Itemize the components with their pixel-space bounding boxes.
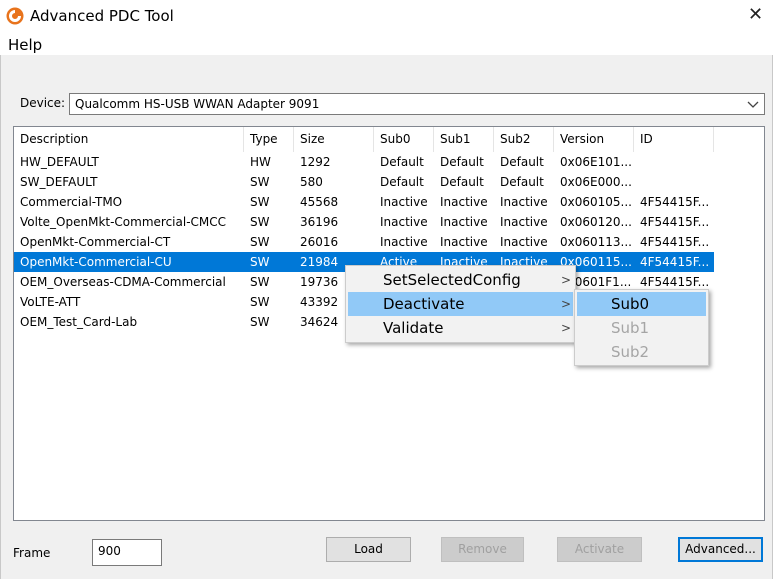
cell-sub0: Inactive <box>380 215 428 229</box>
activate-button[interactable]: Activate <box>557 537 642 562</box>
column-header-size[interactable]: Size <box>294 127 374 152</box>
cell-sub0: Inactive <box>380 195 428 209</box>
list-header: Description Type Size Sub0 Sub1 Sub2 Ver… <box>14 127 764 152</box>
context-item-deactivate[interactable]: Deactivate > <box>348 292 573 316</box>
cell-sub2: Inactive <box>500 215 548 229</box>
submenu-item-sub2[interactable]: Sub2 <box>577 340 706 364</box>
column-header-version[interactable]: Version <box>554 127 634 152</box>
context-item-setselectedconfig[interactable]: SetSelectedConfig > <box>348 268 573 292</box>
cell-description: OpenMkt-Commercial-CU <box>20 255 172 269</box>
cell-size: 580 <box>300 175 323 189</box>
column-header-sub1[interactable]: Sub1 <box>434 127 494 152</box>
cell-size: 26016 <box>300 235 339 249</box>
cell-version: 0x060113... <box>560 235 632 249</box>
cell-sub1: Default <box>440 155 484 169</box>
close-icon: ✕ <box>747 4 764 25</box>
column-header-sub2[interactable]: Sub2 <box>494 127 554 152</box>
chevron-right-icon: > <box>561 321 572 335</box>
cell-type: SW <box>250 235 270 249</box>
app-logo-icon <box>6 7 24 25</box>
submenu-item-label: Sub0 <box>611 295 650 313</box>
table-row[interactable]: SW_DEFAULT SW 580 Default Default Default 0x06… <box>14 172 714 192</box>
submenu-item-label: Sub2 <box>611 343 650 361</box>
cell-id: 4F54415F... <box>640 255 710 269</box>
cell-description: HW_DEFAULT <box>20 155 99 169</box>
cell-sub0: Default <box>380 155 424 169</box>
submenu-item-sub1[interactable]: Sub1 <box>577 316 706 340</box>
frame-label: Frame <box>13 546 51 560</box>
cell-version: 0x06E000... <box>560 175 632 189</box>
cell-sub2: Default <box>500 175 544 189</box>
cell-description: OEM_Test_Card-Lab <box>20 315 138 329</box>
submenu: Sub0 Sub1 Sub2 <box>574 289 709 366</box>
cell-sub1: Inactive <box>440 215 488 229</box>
cell-sub1: Inactive <box>440 195 488 209</box>
device-label: Device: <box>20 96 66 110</box>
cell-version: 0x060120... <box>560 215 632 229</box>
column-header-type[interactable]: Type <box>244 127 294 152</box>
cell-description: Commercial-TMO <box>20 195 123 209</box>
close-button[interactable]: ✕ <box>738 0 773 33</box>
cell-size: 45568 <box>300 195 339 209</box>
table-row[interactable]: OpenMkt-Commercial-CT SW 26016 Inactive Inac… <box>14 232 714 252</box>
cell-description: VoLTE-ATT <box>20 295 81 309</box>
menu-bar: Help <box>0 33 773 55</box>
cell-sub2: Default <box>500 155 544 169</box>
cell-version: 0x06E101... <box>560 155 632 169</box>
submenu-item-sub0[interactable]: Sub0 <box>577 292 706 316</box>
cell-id <box>634 152 714 172</box>
device-select[interactable]: Qualcomm HS-USB WWAN Adapter 9091 <box>69 93 765 115</box>
table-row[interactable]: HW_DEFAULT HW 1292 Default Default Default 0x0… <box>14 152 714 172</box>
cell-size: 36196 <box>300 215 339 229</box>
cell-sub2: Inactive <box>500 235 548 249</box>
cell-id: 4F54415F... <box>640 215 710 229</box>
chevron-down-icon <box>747 101 759 108</box>
cell-sub0: Inactive <box>380 235 428 249</box>
cell-version: 0x060105... <box>560 195 632 209</box>
context-item-label: Validate <box>383 319 444 337</box>
cell-id: 4F54415F... <box>640 235 710 249</box>
cell-type: SW <box>250 175 270 189</box>
context-menu: SetSelectedConfig > Deactivate > Validat… <box>345 265 576 343</box>
table-row[interactable]: Volte_OpenMkt-Commercial-CMCC SW 36196 Inac… <box>14 212 714 232</box>
cell-id <box>634 172 714 192</box>
advanced-button[interactable]: Advanced... <box>678 537 763 562</box>
menu-help[interactable]: Help <box>8 36 42 54</box>
column-header-id[interactable]: ID <box>634 127 714 152</box>
cell-type: HW <box>250 155 271 169</box>
device-value: Qualcomm HS-USB WWAN Adapter 9091 <box>75 97 320 111</box>
context-item-label: Deactivate <box>383 295 465 313</box>
remove-button[interactable]: Remove <box>441 537 524 562</box>
cell-sub1: Inactive <box>440 235 488 249</box>
cell-size: 1292 <box>300 155 331 169</box>
cell-description: SW_DEFAULT <box>20 175 98 189</box>
chevron-right-icon: > <box>561 273 572 287</box>
cell-type: SW <box>250 255 270 269</box>
cell-sub0: Default <box>380 175 424 189</box>
context-item-label: SetSelectedConfig <box>383 271 521 289</box>
title-bar: Advanced PDC Tool ✕ <box>0 0 773 33</box>
cell-id: 4F54415F... <box>640 195 710 209</box>
cell-sub2: Inactive <box>500 195 548 209</box>
cell-type: SW <box>250 215 270 229</box>
submenu-item-label: Sub1 <box>611 319 650 337</box>
table-row[interactable]: Commercial-TMO SW 45568 Inactive Inactive Ina… <box>14 192 714 212</box>
cell-type: SW <box>250 275 270 289</box>
column-header-description[interactable]: Description <box>14 127 244 152</box>
cell-sub1: Default <box>440 175 484 189</box>
load-button[interactable]: Load <box>326 537 411 562</box>
window-title: Advanced PDC Tool <box>30 7 174 25</box>
cell-type: SW <box>250 295 270 309</box>
frame-input[interactable]: 900 <box>92 539 162 566</box>
cell-type: SW <box>250 315 270 329</box>
cell-description: OEM_Overseas-CDMA-Commercial <box>20 275 226 289</box>
context-item-validate[interactable]: Validate > <box>348 316 573 340</box>
cell-type: SW <box>250 195 270 209</box>
chevron-right-icon: > <box>561 297 572 311</box>
cell-description: OpenMkt-Commercial-CT <box>20 235 171 249</box>
column-header-sub0[interactable]: Sub0 <box>374 127 434 152</box>
cell-description: Volte_OpenMkt-Commercial-CMCC <box>20 215 227 229</box>
